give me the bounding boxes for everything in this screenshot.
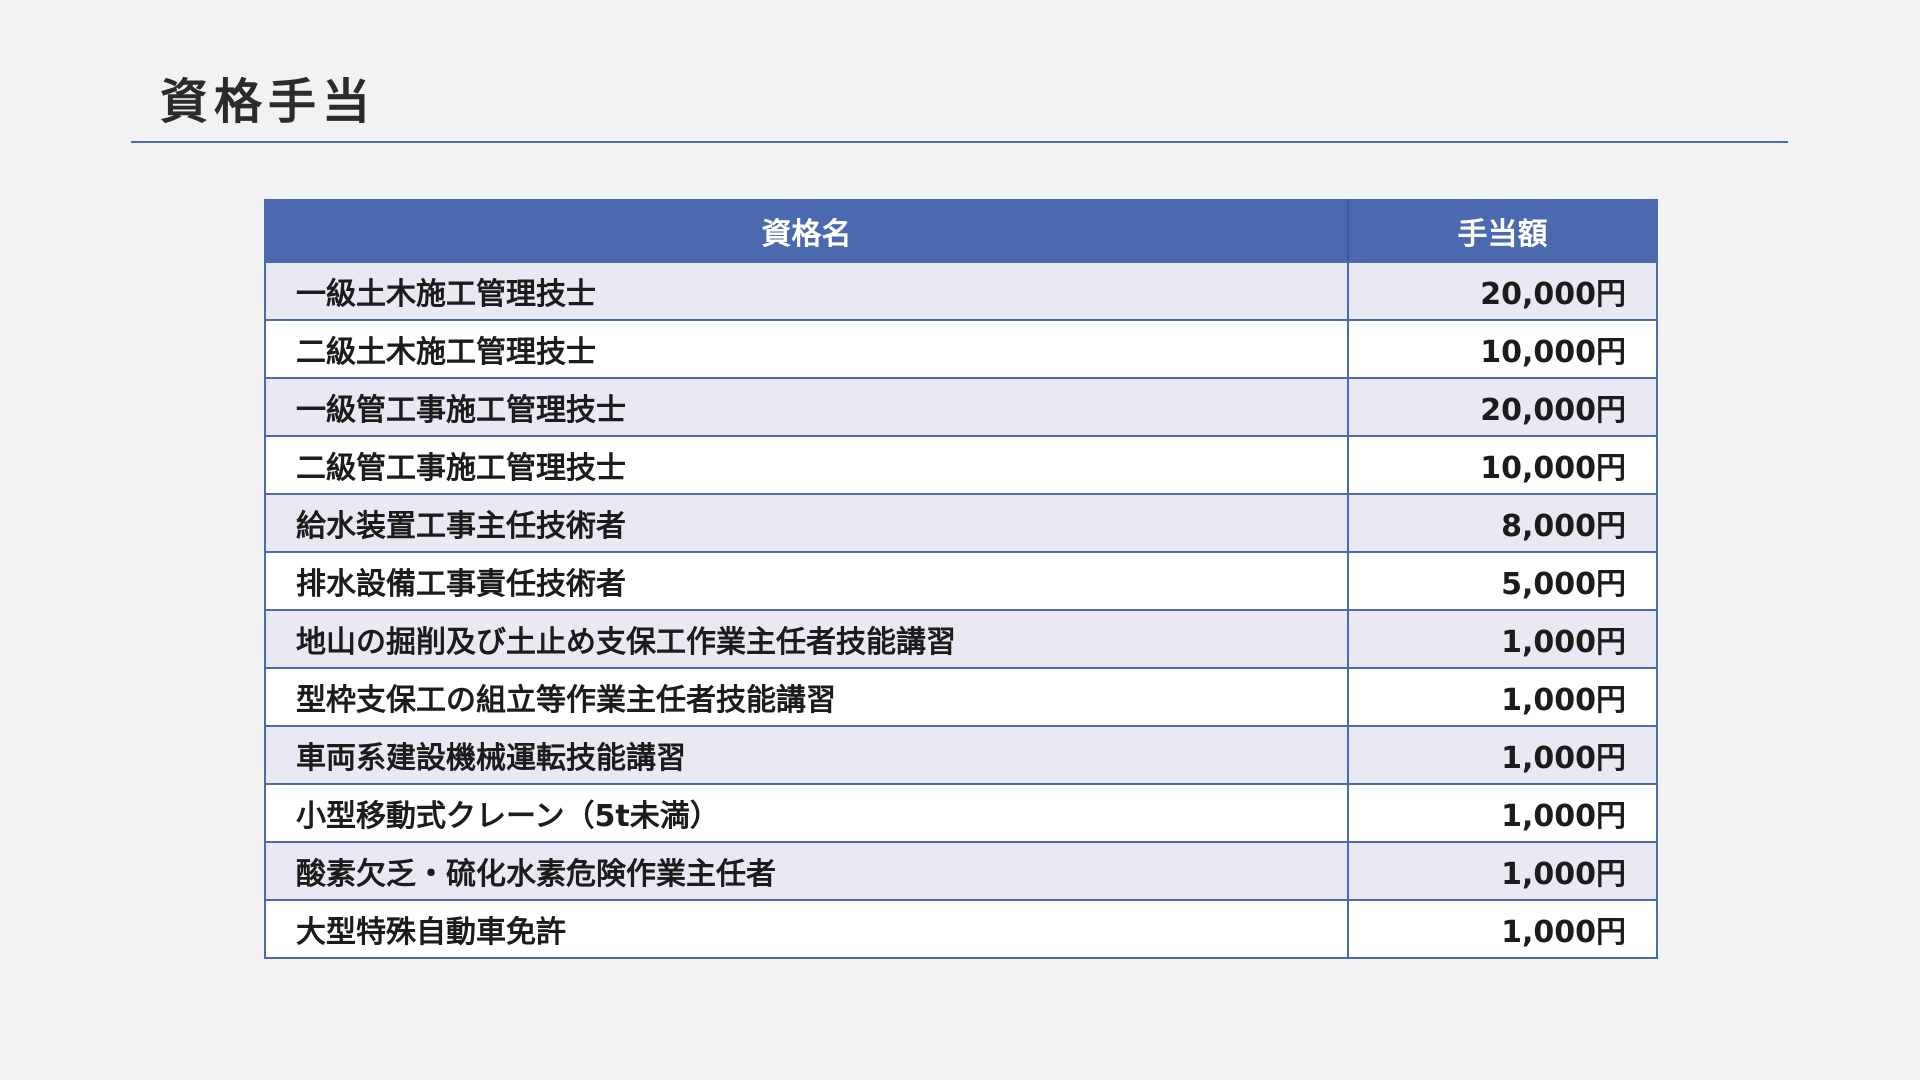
table-row: 小型移動式クレーン（5t未満） 1,000円 — [264, 783, 1658, 843]
table-row: 二級管工事施工管理技士 10,000円 — [264, 435, 1658, 495]
table-row: 二級土木施工管理技士 10,000円 — [264, 319, 1658, 379]
qualification-name-cell: 二級土木施工管理技士 — [264, 319, 1349, 379]
column-header-amount: 手当額 — [1347, 199, 1658, 263]
table-row: 車両系建設機械運転技能講習 1,000円 — [264, 725, 1658, 785]
qualification-name-cell: 大型特殊自動車免許 — [264, 899, 1349, 959]
table-header-row: 資格名 手当額 — [264, 199, 1658, 263]
qualification-name-cell: 排水設備工事責任技術者 — [264, 551, 1349, 611]
allowance-table: 資格名 手当額 一級土木施工管理技士 20,000円 二級土木施工管理技士 10… — [264, 199, 1658, 959]
qualification-name-cell: 車両系建設機械運転技能講習 — [264, 725, 1349, 785]
qualification-name-cell: 地山の掘削及び土止め支保工作業主任者技能講習 — [264, 609, 1349, 669]
qualification-name-cell: 型枠支保工の組立等作業主任者技能講習 — [264, 667, 1349, 727]
qualification-name-cell: 酸素欠乏・硫化水素危険作業主任者 — [264, 841, 1349, 901]
allowance-table-container: 資格名 手当額 一級土木施工管理技士 20,000円 二級土木施工管理技士 10… — [264, 199, 1658, 959]
table-row: 酸素欠乏・硫化水素危険作業主任者 1,000円 — [264, 841, 1658, 901]
table-row: 一級土木施工管理技士 20,000円 — [264, 261, 1658, 321]
allowance-amount-cell: 8,000円 — [1347, 493, 1658, 553]
allowance-amount-cell: 10,000円 — [1347, 319, 1658, 379]
qualification-name-cell: 給水装置工事主任技術者 — [264, 493, 1349, 553]
qualification-name-cell: 小型移動式クレーン（5t未満） — [264, 783, 1349, 843]
qualification-name-cell: 一級土木施工管理技士 — [264, 261, 1349, 321]
allowance-amount-cell: 5,000円 — [1347, 551, 1658, 611]
allowance-amount-cell: 1,000円 — [1347, 841, 1658, 901]
table-row: 型枠支保工の組立等作業主任者技能講習 1,000円 — [264, 667, 1658, 727]
allowance-amount-cell: 10,000円 — [1347, 435, 1658, 495]
allowance-amount-cell: 20,000円 — [1347, 261, 1658, 321]
qualification-name-cell: 二級管工事施工管理技士 — [264, 435, 1349, 495]
allowance-amount-cell: 1,000円 — [1347, 899, 1658, 959]
allowance-amount-cell: 20,000円 — [1347, 377, 1658, 437]
table-row: 排水設備工事責任技術者 5,000円 — [264, 551, 1658, 611]
table-row: 給水装置工事主任技術者 8,000円 — [264, 493, 1658, 553]
allowance-amount-cell: 1,000円 — [1347, 667, 1658, 727]
allowance-amount-cell: 1,000円 — [1347, 725, 1658, 785]
table-row: 大型特殊自動車免許 1,000円 — [264, 899, 1658, 959]
page-title: 資格手当 — [160, 74, 377, 130]
allowance-amount-cell: 1,000円 — [1347, 609, 1658, 669]
allowance-amount-cell: 1,000円 — [1347, 783, 1658, 843]
qualification-name-cell: 一級管工事施工管理技士 — [264, 377, 1349, 437]
column-header-qualification: 資格名 — [264, 199, 1349, 263]
table-row: 地山の掘削及び土止め支保工作業主任者技能講習 1,000円 — [264, 609, 1658, 669]
table-row: 一級管工事施工管理技士 20,000円 — [264, 377, 1658, 437]
title-divider — [131, 141, 1788, 143]
